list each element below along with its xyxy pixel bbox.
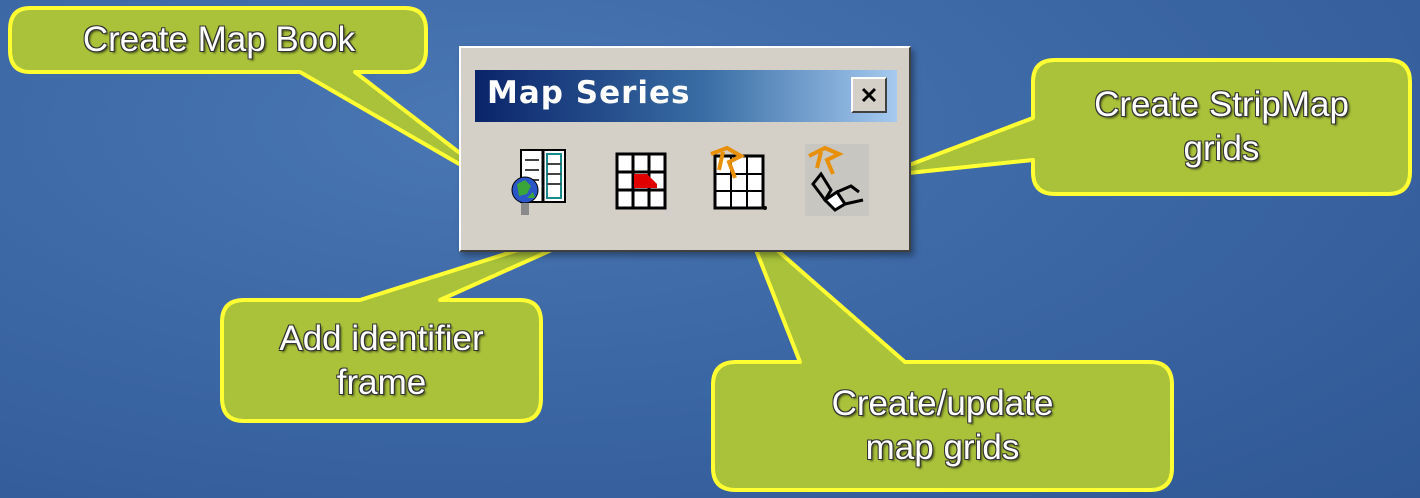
stripmap-grid-icon: [805, 144, 869, 216]
map-book-icon: [511, 149, 566, 215]
identifier-frame-icon: [615, 152, 667, 210]
map-series-toolbar: Map Series: [459, 46, 911, 252]
callout-create-update-map-grids: Create/update map grids: [831, 384, 1054, 467]
create-stripmap-grids-button[interactable]: [805, 144, 869, 216]
add-identifier-frame-button[interactable]: [609, 144, 673, 216]
toolbar-title-bar[interactable]: Map Series: [475, 70, 897, 122]
toolbar-title: Map Series: [487, 75, 691, 111]
create-map-book-button[interactable]: [507, 144, 571, 216]
close-icon: [861, 87, 877, 103]
close-button[interactable]: [851, 77, 887, 113]
callout-create-map-book: Create Map Book: [82, 20, 356, 59]
callout-create-stripmap-grids: Create StripMap grids: [1094, 85, 1349, 168]
callout-add-identifier-frame: Add identifier frame: [279, 318, 484, 402]
map-grid-icon: [710, 145, 767, 210]
create-update-map-grids-button[interactable]: [705, 144, 769, 216]
